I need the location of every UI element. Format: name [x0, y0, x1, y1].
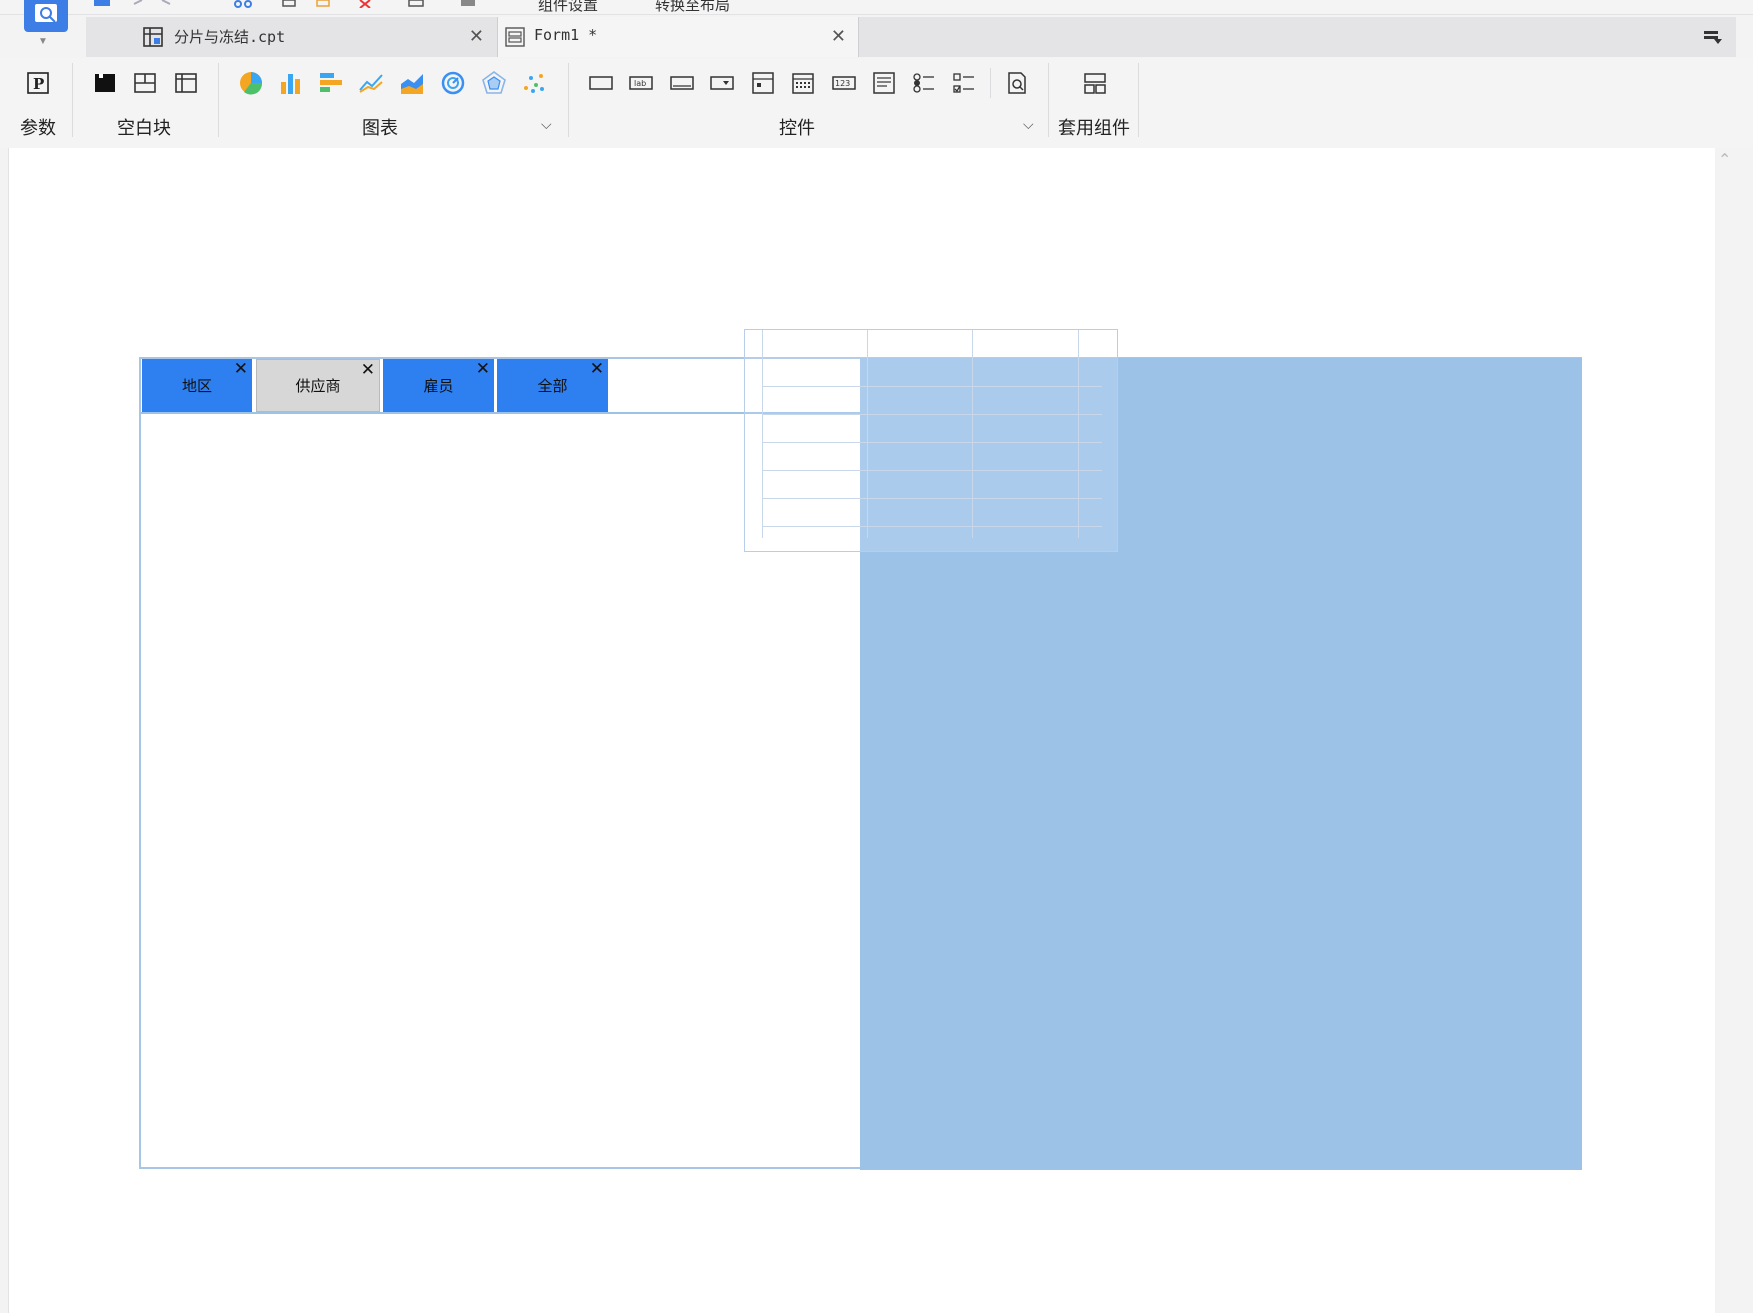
component-settings-button[interactable]: 组件设置	[538, 0, 598, 14]
paste-icon[interactable]	[314, 0, 334, 8]
cut-icon[interactable]	[232, 0, 256, 8]
blank-block-label: 空白块	[117, 118, 171, 138]
close-icon[interactable]: ✕	[361, 360, 375, 380]
tab-label: 分片与冻结.cpt	[174, 28, 286, 46]
scroll-up-icon[interactable]: ⌃	[1718, 150, 1731, 170]
ribbon-divider	[1048, 63, 1049, 137]
svg-text:123: 123	[835, 79, 850, 88]
grid-line	[762, 526, 1102, 527]
tab-form1[interactable]: Form1 * ✕	[497, 17, 859, 57]
grid-line	[762, 498, 1102, 499]
tab-cpt-file[interactable]: 分片与冻结.cpt ✕	[86, 17, 496, 57]
param-label: 参数	[20, 118, 56, 138]
grid-line	[762, 470, 1102, 471]
svg-text:lab: lab	[634, 79, 646, 88]
chevron-down-icon[interactable]: ▼	[38, 36, 48, 47]
split-block-icon[interactable]	[132, 70, 158, 96]
textarea-control-icon[interactable]	[871, 70, 897, 96]
convert-layout-button[interactable]: 转换至布局	[655, 0, 730, 14]
form-tab-label: 雇员	[423, 378, 454, 395]
chevron-down-icon[interactable]: ⌵	[541, 116, 552, 133]
chevron-down-icon[interactable]: ⌵	[1023, 116, 1034, 133]
radio-group-control-icon[interactable]	[750, 70, 776, 96]
pie-chart-icon[interactable]	[238, 70, 264, 96]
copy-icon[interactable]	[280, 0, 300, 8]
controls-label: 控件	[779, 118, 815, 138]
form-tab-supplier[interactable]: 供应商 ✕	[256, 359, 380, 412]
grid-line	[762, 386, 1102, 387]
line-chart-icon[interactable]	[358, 70, 384, 96]
parameter-icon[interactable]: P	[25, 70, 51, 96]
horizontal-bar-chart-icon[interactable]	[318, 70, 344, 96]
close-icon[interactable]: ✕	[469, 26, 484, 47]
scatter-chart-icon[interactable]	[521, 70, 547, 96]
radar-chart-icon[interactable]	[481, 70, 507, 96]
text-field-control-icon[interactable]	[669, 70, 695, 96]
preview-icon[interactable]	[406, 0, 428, 8]
table-block-icon[interactable]	[173, 70, 199, 96]
delete-icon[interactable]	[356, 0, 376, 8]
redo-icon[interactable]	[160, 0, 180, 8]
blank-block-icon[interactable]	[92, 70, 118, 96]
bar-chart-icon[interactable]	[278, 70, 304, 96]
window-menu-icon[interactable]	[1702, 27, 1726, 52]
form-tab-label: 全部	[537, 378, 568, 395]
form-tab-all[interactable]: 全部 ✕	[497, 359, 608, 412]
grid-line	[1078, 330, 1079, 538]
form-tab-employee[interactable]: 雇员 ✕	[383, 359, 494, 412]
app-menu-button[interactable]	[24, 0, 68, 32]
grid-line	[972, 330, 973, 538]
template-component-icon[interactable]	[1082, 70, 1108, 96]
quick-toolbar: 组件设置 转换至布局	[0, 0, 1753, 15]
form-tab-label: 供应商	[295, 378, 341, 395]
grid-line	[762, 330, 763, 538]
label-control-icon[interactable]: lab	[628, 70, 654, 96]
ribbon-divider	[218, 63, 219, 137]
undo-icon[interactable]	[132, 0, 152, 8]
ribbon-divider	[568, 63, 569, 137]
gauge-chart-icon[interactable]	[440, 70, 466, 96]
checkbox-list-control-icon[interactable]	[951, 70, 977, 96]
ribbon-divider	[990, 68, 991, 98]
grid-line	[762, 414, 1102, 415]
area-chart-icon[interactable]	[399, 70, 425, 96]
report-file-icon	[143, 27, 163, 47]
close-icon[interactable]: ✕	[476, 359, 490, 379]
close-icon[interactable]: ✕	[590, 359, 604, 379]
close-icon[interactable]: ✕	[831, 26, 846, 47]
date-control-icon[interactable]	[790, 70, 816, 96]
save-icon[interactable]	[92, 0, 112, 8]
chart-label: 图表	[362, 118, 398, 138]
svg-text:P: P	[33, 75, 44, 93]
tab-label: Form1 *	[534, 26, 598, 44]
template-component-label: 套用组件	[1058, 118, 1130, 138]
widget-icon[interactable]	[458, 0, 480, 8]
form-tab-label: 地区	[181, 378, 212, 395]
ribbon-divider	[72, 63, 73, 137]
form-tab-region[interactable]: 地区 ✕	[142, 359, 252, 412]
grid-line	[762, 442, 1102, 443]
drag-preview-report-block	[744, 329, 1118, 552]
vertical-scrollbar[interactable]	[1715, 148, 1753, 1313]
report-app-icon	[35, 4, 57, 23]
search-preview-control-icon[interactable]	[1004, 70, 1030, 96]
number-control-icon[interactable]: 123	[831, 70, 857, 96]
radio-list-control-icon[interactable]	[911, 70, 937, 96]
dropdown-control-icon[interactable]	[709, 70, 735, 96]
button-control-icon[interactable]	[588, 70, 614, 96]
form-file-icon	[505, 27, 525, 47]
ribbon-divider	[1138, 63, 1139, 137]
grid-line	[867, 330, 868, 538]
close-icon[interactable]: ✕	[234, 359, 248, 379]
